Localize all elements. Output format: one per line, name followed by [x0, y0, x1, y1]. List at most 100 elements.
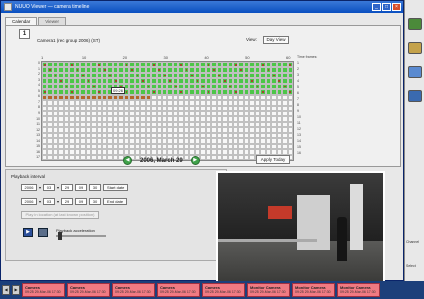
image-icon[interactable]	[408, 18, 422, 30]
day-view-button[interactable]: Day View	[263, 36, 289, 44]
tab-calendar[interactable]: Calendar	[5, 17, 38, 25]
taskbar-item-time: 09:25 29-Mar-06 17:30	[250, 290, 286, 294]
start-day-field[interactable]: 29	[61, 184, 74, 191]
start-year-field[interactable]: 2006	[21, 184, 37, 191]
taskbar-item-time: 09:25 29-Mar-06 17:30	[295, 290, 331, 294]
start-hour-field[interactable]: 09	[75, 184, 88, 191]
minute-tick: 50	[245, 55, 250, 60]
play-button[interactable]: ▶	[23, 228, 33, 237]
play-location-button[interactable]: Play in location (at last known position…	[21, 211, 99, 219]
hour-tick: 17	[36, 155, 40, 160]
timeframe-label: Time frames:	[297, 55, 318, 59]
next-day-button[interactable]: ▶	[190, 156, 200, 165]
sidebar-note-select: Select	[406, 264, 416, 268]
taskbar-camera-item[interactable]: Camera 09:25 29-Mar-06 17:30	[22, 283, 65, 297]
start-date-button[interactable]: Start date	[103, 184, 129, 191]
apply-today-button[interactable]: Apply Today	[256, 155, 290, 164]
acceleration-slider-track[interactable]	[56, 235, 106, 237]
timeframe-label: 13	[297, 133, 301, 137]
timeline-cell[interactable]	[287, 89, 293, 95]
end-day-field[interactable]: 29	[61, 198, 74, 205]
timeframe-label: 4	[297, 79, 299, 83]
start-month-field[interactable]: 03	[43, 184, 56, 191]
hour-tick: 4	[38, 83, 40, 88]
maximize-button[interactable]: □	[382, 3, 391, 11]
scroll-right-button[interactable]: ▶	[12, 285, 20, 295]
acceleration-slider-thumb[interactable]	[58, 232, 62, 240]
prev-day-button[interactable]: ◀	[123, 156, 132, 165]
end-year-field[interactable]: 2006	[21, 198, 37, 205]
taskbar-item-time: 09:25 29-Mar-06 17:30	[340, 290, 376, 294]
scroll-left-button[interactable]: ◀	[2, 285, 10, 295]
timeframe-label: 12	[297, 127, 301, 131]
app-icon	[4, 3, 12, 11]
end-min-field[interactable]: 30	[89, 198, 102, 205]
current-date: 2006, March 29	[140, 157, 183, 164]
timeframe-label: 3	[297, 73, 299, 77]
date-navigator: ◀ 2006, March 29 ▶	[123, 156, 200, 165]
timeframe-label: 8	[297, 103, 299, 107]
refresh-icon[interactable]	[408, 66, 422, 78]
hour-tick: 1	[38, 66, 40, 71]
end-date-row: 2006 ▾ 03 ▾ 29 09 30 End date	[21, 198, 128, 205]
timeline-grid[interactable]	[41, 61, 294, 161]
tab-viewer[interactable]: Viewer	[38, 17, 66, 25]
taskbar-camera-item[interactable]: Camera 09:25 29-Mar-06 17:30	[202, 283, 245, 297]
camera-video-preview	[216, 171, 385, 285]
timeframe-label: 11	[297, 121, 301, 125]
title-bar: NUUO Viewer — camera timeline _ □ ×	[1, 1, 403, 13]
timeframe-label: 1	[297, 61, 299, 65]
stop-button[interactable]	[38, 228, 48, 237]
timeframe-label: 10	[297, 115, 301, 119]
taskbar-item-time: 09:25 29-Mar-06 17:30	[205, 290, 241, 294]
end-month-field[interactable]: 03	[43, 198, 56, 205]
timeline-cell[interactable]	[178, 89, 184, 95]
minute-tick: 1	[41, 55, 44, 60]
hour-tick: 8	[38, 105, 40, 110]
timeframe-label: 7	[297, 97, 299, 101]
timeline-cell[interactable]	[151, 89, 157, 95]
timeline-cell[interactable]	[260, 89, 266, 95]
taskbar-item-time: 09:25 29-Mar-06 17:30	[25, 290, 61, 294]
taskbar-camera-item[interactable]: Monitor Camera 09:25 29-Mar-06 17:30	[247, 283, 290, 297]
timeline-cell[interactable]	[287, 62, 293, 68]
timeline-cell[interactable]	[96, 89, 103, 95]
timeline-cell[interactable]	[232, 89, 239, 95]
end-date-button[interactable]: End date	[103, 198, 128, 205]
taskbar-camera-item[interactable]: Camera 09:25 29-Mar-06 17:30	[157, 283, 200, 297]
end-hour-field[interactable]: 09	[75, 198, 88, 205]
hour-tick: 12	[36, 127, 40, 132]
hour-tick: 5	[38, 88, 40, 93]
hour-tick: 15	[36, 144, 40, 149]
start-min-field[interactable]: 30	[89, 184, 102, 191]
timeframe-label: 6	[297, 91, 299, 95]
hour-tick: 6	[38, 94, 40, 99]
hour-tick: 10	[36, 116, 40, 121]
minute-tick: 20	[122, 55, 128, 60]
hour-tick: 14	[36, 138, 40, 143]
hour-tick: 16	[36, 149, 40, 154]
settings-icon[interactable]	[408, 42, 422, 54]
taskbar-camera-item[interactable]: Monitor Camera 09:25 29-Mar-06 17:30	[292, 283, 335, 297]
window-title: NUUO Viewer — camera timeline	[15, 4, 90, 10]
camera-taskbar: ◀ ▶ Camera 09:25 29-Mar-06 17:30 Camera 09:…	[0, 281, 424, 299]
timeline-cell[interactable]	[69, 89, 75, 95]
close-button[interactable]: ×	[392, 3, 401, 11]
timeline-cell[interactable]	[42, 89, 48, 95]
taskbar-camera-item[interactable]: Monitor Camera 09:25 29-Mar-06 17:30	[337, 283, 380, 297]
taskbar-camera-item[interactable]: Camera 09:25 29-Mar-06 17:30	[112, 283, 155, 297]
timeframe-label: 5	[297, 85, 299, 89]
taskbar-camera-item[interactable]: Camera 09:25 29-Mar-06 17:30	[67, 283, 110, 297]
camera-select-button[interactable]: 1	[19, 29, 30, 39]
timeline-cell[interactable]	[205, 89, 212, 95]
minimize-button[interactable]: _	[372, 3, 381, 11]
timeframe-label: 9	[297, 109, 299, 113]
recording-timeline[interactable]	[41, 61, 294, 161]
hour-tick: 13	[36, 133, 40, 138]
timeframe-label: 15	[297, 145, 301, 149]
cursor-time: 09:26	[111, 87, 126, 94]
hour-tick: 11	[36, 122, 40, 127]
network-icon[interactable]	[408, 90, 422, 102]
timeframe-label: 16	[297, 151, 301, 155]
playback-interval-label: Playback interval	[11, 174, 46, 179]
